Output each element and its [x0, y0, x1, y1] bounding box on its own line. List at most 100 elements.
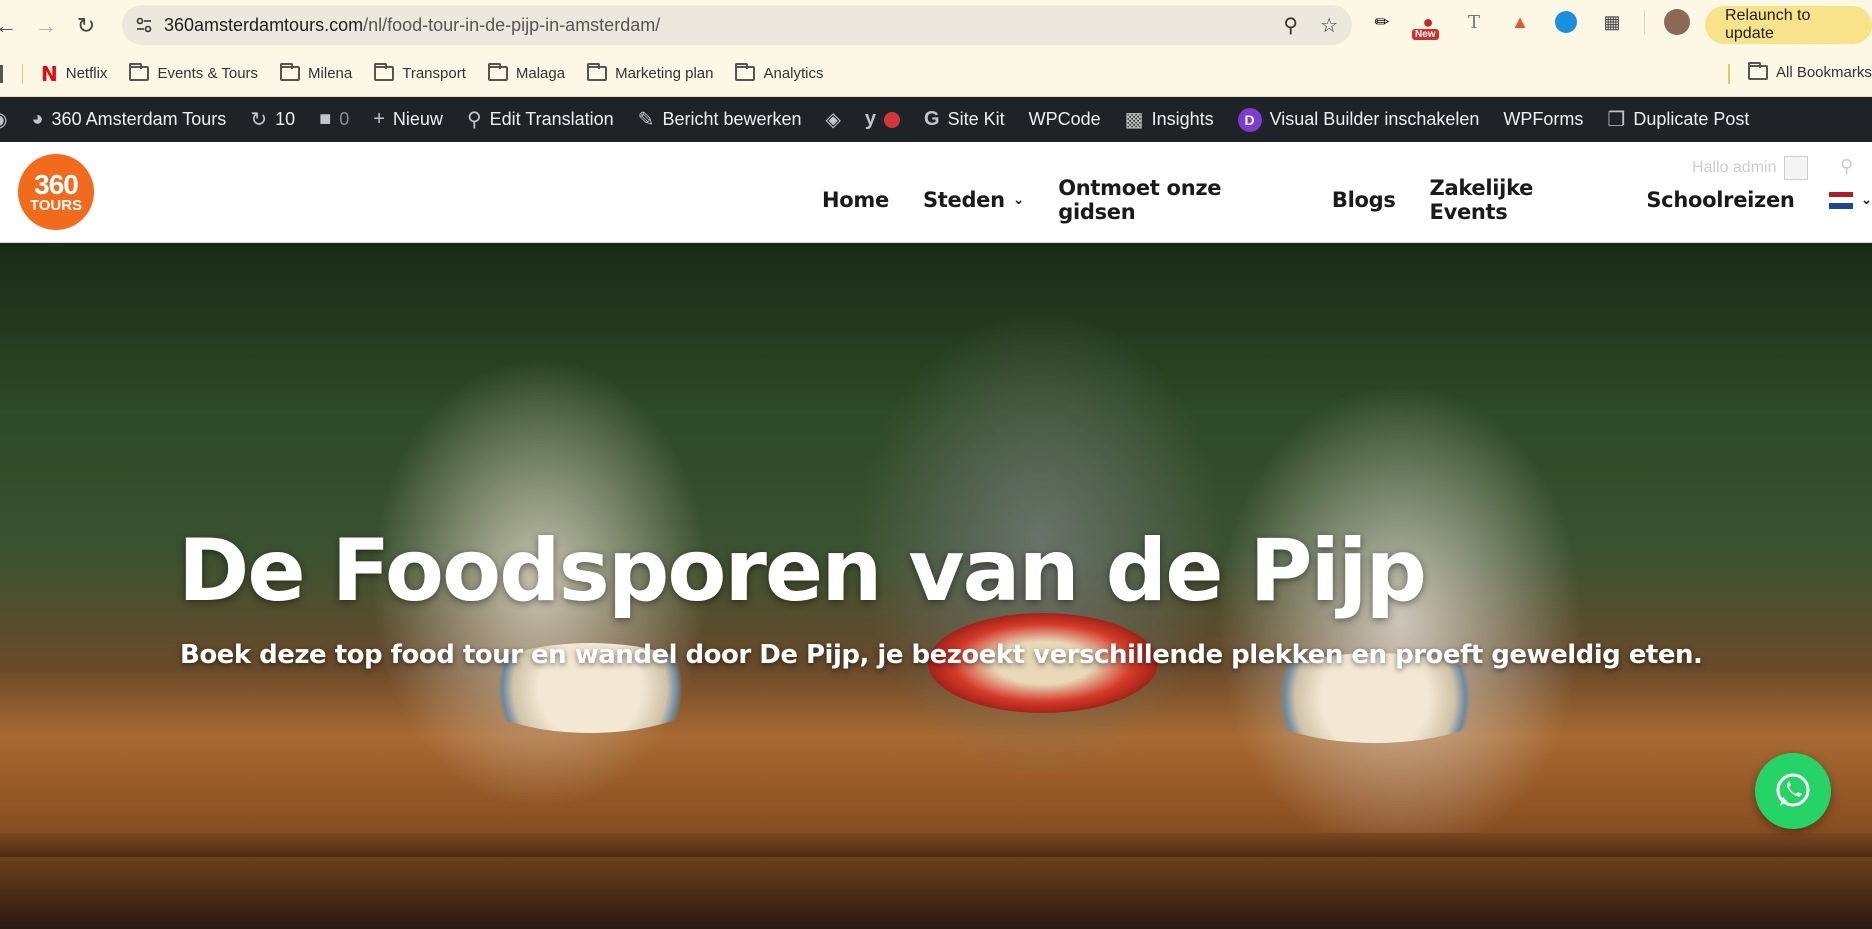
hero-banner: De Foodsporen van de Pijp Boek deze top … — [0, 243, 1872, 929]
folder-icon — [487, 63, 508, 81]
yoast-icon: y — [864, 108, 877, 130]
bookmark-malaga[interactable]: Malaga — [487, 63, 566, 82]
folder-icon — [129, 63, 150, 81]
nav-blogs[interactable]: Blogs — [1332, 188, 1396, 212]
wpforms-menu[interactable]: WPForms — [1503, 109, 1583, 130]
yoast-menu[interactable]: y — [864, 108, 901, 131]
zoom-icon[interactable]: ⚲ — [1283, 13, 1298, 38]
site-name-label: 360 Amsterdam Tours — [51, 109, 227, 129]
nav-ontmoet-onze-gidsen[interactable]: Ontmoet onze gidsen — [1058, 176, 1298, 224]
bookmark-label: Milena — [308, 65, 353, 82]
comments-menu[interactable]: ■ 0 — [319, 108, 349, 131]
whatsapp-icon — [1776, 773, 1810, 807]
nav-steden[interactable]: Steden ⌄ — [922, 188, 1025, 212]
nav-label: Zakelijke Events — [1429, 176, 1534, 224]
bookmark-events-tours[interactable]: Events & Tours — [129, 63, 258, 82]
hero-title: De Foodsporen van de Pijp — [178, 521, 1427, 621]
forward-button[interactable]: → — [26, 6, 66, 46]
text-extension-icon[interactable]: T — [1460, 8, 1488, 36]
duplicate-icon: ❐ — [1607, 109, 1626, 131]
all-bookmarks-label: All Bookmarks — [1776, 64, 1872, 81]
back-button[interactable]: ← — [0, 6, 26, 46]
bookmark-label: Transport — [402, 65, 466, 82]
wpforms-label: WPForms — [1503, 109, 1584, 129]
edit-post-menu[interactable]: ✎ Bericht bewerken — [638, 107, 802, 132]
search-icon[interactable]: ⚲ — [1840, 156, 1853, 177]
folder-icon — [735, 63, 756, 81]
site-kit-menu[interactable]: G Site Kit — [924, 108, 1005, 131]
profile-avatar-icon[interactable] — [1663, 8, 1691, 36]
diamond-icon: ◈ — [825, 109, 841, 131]
site-name-menu[interactable]: ◕ 360 Amsterdam Tours — [31, 108, 226, 131]
logo-number: 360 — [34, 168, 79, 200]
insights-menu[interactable]: ▩ Insights — [1125, 107, 1214, 132]
comment-bubble-icon: ■ — [319, 108, 332, 130]
hello-admin-label: Hallo admin — [1692, 159, 1777, 176]
new-content-menu[interactable]: + Nieuw — [373, 108, 443, 131]
bookmark-milena[interactable]: Milena — [280, 63, 353, 82]
bookmark-label: Malaga — [515, 65, 566, 82]
language-switcher[interactable]: ⌄ — [1828, 191, 1872, 209]
wpcode-menu[interactable]: WPCode — [1029, 109, 1101, 130]
table-edge — [0, 833, 1872, 857]
updates-menu[interactable]: ↻ 10 — [250, 107, 295, 132]
whatsapp-chat-button[interactable] — [1755, 753, 1831, 829]
wordpress-logo-icon: ◉ — [0, 107, 7, 132]
bookmark-analytics[interactable]: Analytics — [735, 63, 824, 82]
pencil-icon: ✎ — [637, 109, 655, 131]
all-bookmarks-button[interactable]: All Bookmarks — [1748, 62, 1872, 81]
duplicate-post-label: Duplicate Post — [1633, 109, 1750, 129]
netflix-icon: N — [41, 61, 58, 86]
reload-button[interactable]: ↻ — [66, 6, 106, 46]
eyedropper-extension-icon[interactable]: ✏ — [1368, 8, 1396, 36]
address-bar[interactable]: 360amsterdamtours.com/nl/food-tour-in-de… — [122, 5, 1352, 45]
edit-post-label: Bericht bewerken — [662, 109, 802, 129]
url-text[interactable]: 360amsterdamtours.com/nl/food-tour-in-de… — [164, 15, 660, 36]
shazam-extension-icon[interactable] — [1552, 8, 1580, 36]
updates-count: 10 — [275, 109, 296, 129]
bookmark-netflix[interactable]: N Netflix — [41, 62, 107, 86]
plus-icon: + — [373, 108, 385, 130]
nav-schoolreizen[interactable]: Schoolreizen — [1646, 188, 1795, 212]
bookmark-label: Analytics — [763, 65, 824, 82]
logo-word: TOURS — [29, 196, 83, 214]
edit-translation-label: Edit Translation — [489, 109, 614, 129]
google-g-icon: G — [924, 108, 940, 130]
dutch-flag-icon — [1828, 191, 1853, 209]
folder-icon — [1748, 62, 1768, 80]
bookmarks-bar: N Netflix Events & Tours Milena Transport… — [0, 51, 1872, 97]
bookmark-star-icon[interactable]: ☆ — [1320, 13, 1338, 38]
fire-extension-icon[interactable]: ▲ — [1506, 8, 1534, 36]
nav-label: Steden — [922, 188, 1005, 212]
diamond-plugin-menu[interactable]: ◈ — [826, 107, 841, 132]
bar-chart-icon: ▩ — [1124, 109, 1144, 131]
duplicate-post-menu[interactable]: ❐ Duplicate Post — [1607, 107, 1749, 132]
folder-icon — [587, 63, 608, 81]
bookmark-label: Marketing plan — [615, 65, 714, 82]
wp-logo-menu[interactable]: ◉ — [0, 107, 7, 132]
apps-grid-icon[interactable] — [0, 64, 10, 83]
translation-icon: ⚲ — [466, 109, 482, 131]
site-info-icon[interactable] — [134, 15, 154, 35]
wpcode-label: WPCode — [1028, 109, 1101, 129]
browser-toolbar: ← → ↻ 360amsterdamtours.com/nl/food-tour… — [0, 0, 1872, 51]
visual-builder-menu[interactable]: D Visual Builder inschakelen — [1237, 107, 1480, 132]
bookmark-transport[interactable]: Transport — [374, 63, 466, 82]
nav-zakelijke-events[interactable]: Zakelijke Events — [1430, 176, 1613, 224]
folder-icon — [280, 63, 301, 81]
nav-home[interactable]: Home — [822, 188, 889, 212]
site-header: 360 TOURS Hallo admin ⚲ Home Steden ⌄ Ont… — [0, 142, 1872, 243]
main-navigation: Home Steden ⌄ Ontmoet onze gidsen Blogs Z… — [822, 176, 1872, 224]
folder-icon — [374, 63, 395, 81]
nav-label: Schoolreizen — [1646, 188, 1795, 212]
dashboard-gauge-icon: ◕ — [31, 108, 44, 130]
site-logo[interactable]: 360 TOURS — [18, 154, 94, 230]
nav-label: Home — [822, 188, 889, 212]
extensions-puzzle-icon[interactable]: ▦ — [1598, 8, 1626, 36]
updates-refresh-icon: ↻ — [250, 109, 268, 131]
bookmark-marketing-plan[interactable]: Marketing plan — [587, 63, 714, 82]
relaunch-to-update-button[interactable]: Relaunch to update — [1705, 6, 1872, 44]
visual-builder-label: Visual Builder inschakelen — [1269, 109, 1480, 129]
edit-translation-menu[interactable]: ⚲ Edit Translation — [467, 107, 614, 132]
new-extension-icon[interactable]: ● New — [1412, 8, 1442, 40]
